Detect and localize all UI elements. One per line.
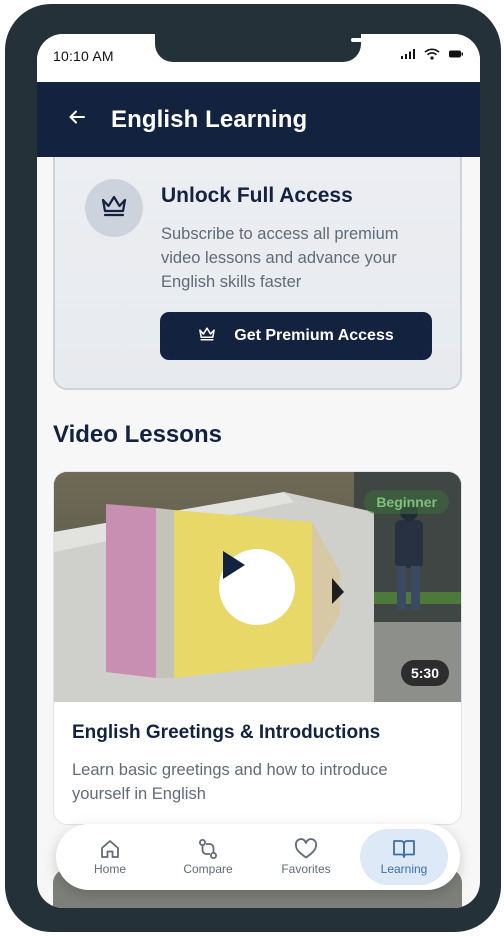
nav-compare-label: Compare <box>183 862 233 876</box>
heart-icon <box>294 838 318 862</box>
back-arrow-icon <box>68 108 86 131</box>
compare-icon <box>197 838 219 862</box>
home-icon <box>99 838 121 862</box>
page-title: English Learning <box>111 105 308 133</box>
crown-icon <box>198 326 216 347</box>
duration-badge: 5:30 <box>400 660 449 686</box>
back-button[interactable] <box>49 92 105 148</box>
wifi-icon <box>424 48 440 60</box>
play-button[interactable] <box>219 549 295 625</box>
bottom-nav: Home Compare Favorites Learning <box>56 824 460 890</box>
status-time: 10:10 AM <box>53 48 114 64</box>
lesson-card[interactable]: Beginner 5:30 English Greetings & Introd… <box>53 471 462 825</box>
screen: 10:10 AM English Learning Unlock Full Ac… <box>37 34 480 908</box>
nav-learning[interactable]: Learning <box>360 829 448 885</box>
crown-icon <box>100 194 128 223</box>
premium-title: Unlock Full Access <box>161 184 353 207</box>
nav-favorites[interactable]: Favorites <box>262 829 350 885</box>
level-badge: Beginner <box>364 490 449 514</box>
nav-favorites-label: Favorites <box>281 862 331 876</box>
status-bar: 10:10 AM <box>37 34 480 82</box>
lesson-thumbnail: Beginner 5:30 <box>54 472 461 702</box>
cellular-signal-icon <box>400 48 416 60</box>
crown-badge <box>85 179 143 237</box>
nav-home[interactable]: Home <box>66 829 154 885</box>
book-icon <box>392 838 416 862</box>
section-title: Video Lessons <box>53 421 222 448</box>
nav-learning-label: Learning <box>380 862 428 876</box>
content-scroll[interactable]: Unlock Full Access Subscribe to access a… <box>37 157 480 908</box>
battery-icon <box>448 48 464 60</box>
phone-frame: 10:10 AM English Learning Unlock Full Ac… <box>5 4 501 932</box>
lesson-title: English Greetings & Introductions <box>72 722 381 743</box>
notch-pill <box>351 38 403 42</box>
get-premium-button[interactable]: Get Premium Access <box>160 312 432 360</box>
app-bar: English Learning <box>37 82 480 157</box>
premium-card: Unlock Full Access Subscribe to access a… <box>53 157 462 390</box>
nav-home-label: Home <box>93 862 126 876</box>
get-premium-label: Get Premium Access <box>234 327 394 344</box>
lesson-description: Learn basic greetings and how to introdu… <box>72 761 388 803</box>
premium-description: Subscribe to access all premium video le… <box>161 225 399 291</box>
notch <box>155 34 403 62</box>
nav-compare[interactable]: Compare <box>164 829 252 885</box>
status-icons <box>400 48 464 60</box>
